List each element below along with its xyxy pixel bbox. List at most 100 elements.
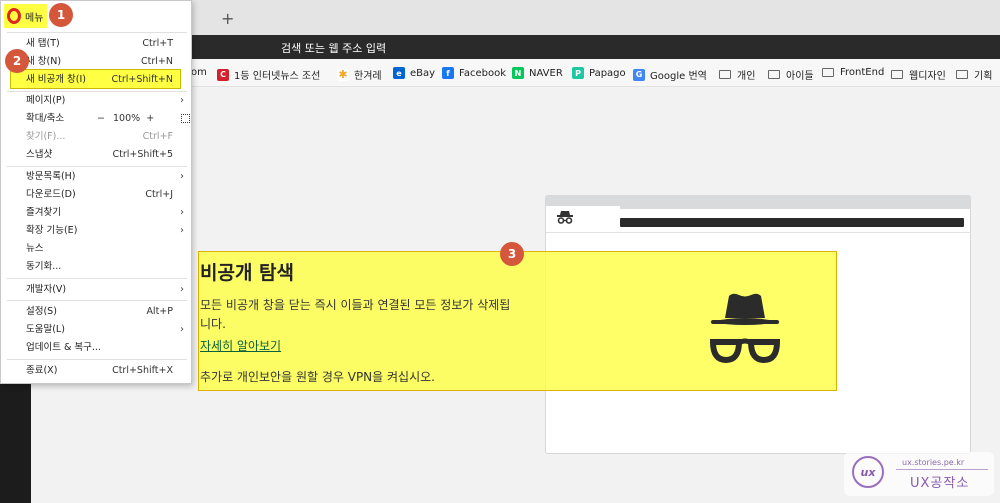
menu-separator <box>7 300 187 301</box>
illustration-address-bar <box>620 218 964 227</box>
menu-item-label: 개발자(V) <box>26 284 67 295</box>
menu-separator <box>7 166 187 167</box>
menu-button[interactable]: 메뉴 <box>4 4 47 28</box>
menu-item-label: 즐겨찾기 <box>26 207 61 218</box>
menu-item-label: 새 비공개 창(I) <box>26 74 86 85</box>
bookmark-folder-planning[interactable]: 기획 <box>956 67 992 82</box>
naver-icon: N <box>512 67 524 79</box>
menu-title: 메뉴 <box>25 12 44 24</box>
menu-item-label: 확장 기능(E) <box>26 225 78 236</box>
zoom-value: 100% <box>113 113 141 124</box>
menu-item-extensions[interactable]: 확장 기능(E) › <box>1 222 191 240</box>
menu-item-label: 방문목록(H) <box>26 171 76 182</box>
menu-item-bookmarks[interactable]: 즐겨찾기 › <box>1 204 191 222</box>
menu-item-shortcut: Ctrl+Shift+N <box>111 74 173 85</box>
bookmark-chosun[interactable]: C 1등 인터넷뉴스 조선 <box>217 67 320 82</box>
menu-item-downloads[interactable]: 다운로드(D) Ctrl+J <box>1 186 191 204</box>
folder-icon <box>891 70 903 79</box>
chevron-right-icon: › <box>180 284 184 295</box>
menu-item-label: 새 창(N) <box>26 56 62 67</box>
learn-more-link[interactable]: 자세히 알아보기 <box>200 337 281 354</box>
private-description: 모든 비공개 창을 닫는 즉시 이들과 연결된 모든 정보가 삭제됩니다. <box>200 298 511 331</box>
step-badge-3: 3 <box>500 242 524 266</box>
menu-item-new-private-window[interactable]: 새 비공개 창(I) Ctrl+Shift+N <box>1 71 191 89</box>
menu-item-label: 찾기(F)... <box>26 131 66 142</box>
bookmark-folder-webdesign[interactable]: 웹디자인 <box>891 67 946 82</box>
step-badge-1: 1 <box>49 3 73 27</box>
new-tab-button[interactable]: + <box>221 9 234 28</box>
bookmark-label: 아이들 <box>786 71 814 82</box>
menu-item-shortcut: Ctrl+F <box>142 131 173 142</box>
menu-item-shortcut: Ctrl+J <box>145 189 173 200</box>
menu-item-label: 동기화... <box>26 261 62 272</box>
menu-item-help[interactable]: 도움말(L) › <box>1 321 191 339</box>
incognito-small-icon <box>556 210 574 227</box>
address-placeholder: 검색 또는 웹 주소 입력 <box>281 42 387 55</box>
watermark-url: ux.stories.pe.kr <box>902 458 965 467</box>
bookmark-label: NAVER <box>529 67 563 79</box>
menu-separator <box>7 278 187 279</box>
watermark-divider <box>896 469 988 470</box>
bookmark-label: 한겨레 <box>354 71 382 82</box>
menu-item-label: 새 탭(T) <box>26 38 60 49</box>
folder-icon <box>822 68 834 77</box>
bookmark-label: 웹디자인 <box>909 71 946 82</box>
chevron-right-icon: › <box>180 324 184 335</box>
menu-item-settings[interactable]: 설정(S) Alt+P <box>1 303 191 321</box>
zoom-controls: − 100% + <box>97 110 190 128</box>
ebay-icon: e <box>393 67 405 79</box>
bookmark-hani[interactable]: ✱ 한겨레 <box>337 67 382 82</box>
menu-item-page[interactable]: 페이지(P) › <box>1 92 191 110</box>
opera-main-menu: 메뉴 새 탭(T) Ctrl+T 새 창(N) Ctrl+N 새 비공개 창(I… <box>0 0 192 384</box>
bookmark-facebook[interactable]: f Facebook <box>442 67 506 79</box>
menu-item-new-tab[interactable]: 새 탭(T) Ctrl+T <box>1 35 191 53</box>
menu-item-snapshot[interactable]: 스냅샷 Ctrl+Shift+5 <box>1 146 191 164</box>
folder-icon <box>956 70 968 79</box>
hani-icon: ✱ <box>337 68 349 81</box>
bookmark-label: Google 번역 <box>650 71 707 82</box>
menu-item-new-window[interactable]: 새 창(N) Ctrl+N <box>1 53 191 71</box>
watermark-name: UX공작소 <box>910 476 970 491</box>
menu-item-sync[interactable]: 동기화... <box>1 258 191 276</box>
bookmark-folder-frontend[interactable]: FrontEnd <box>822 67 884 78</box>
chosun-icon: C <box>217 68 229 81</box>
bookmark-google[interactable]: om <box>191 67 207 78</box>
vpn-note: 추가로 개인보안을 원할 경우 VPN을 켜십시오. <box>200 370 435 384</box>
bookmark-label: om <box>191 67 207 78</box>
bookmark-google-translate[interactable]: G Google 번역 <box>633 67 707 82</box>
menu-item-zoom: 확대/축소 − 100% + <box>1 110 191 128</box>
bookmark-papago[interactable]: P Papago <box>572 67 626 79</box>
menu-item-label: 다운로드(D) <box>26 189 76 200</box>
bookmark-folder-kids[interactable]: 아이들 <box>768 67 814 82</box>
menu-item-history[interactable]: 방문목록(H) › <box>1 168 191 186</box>
menu-item-developer[interactable]: 개발자(V) › <box>1 281 191 299</box>
zoom-out-button[interactable]: − <box>97 113 105 124</box>
menu-item-label: 업데이트 & 복구... <box>26 342 101 353</box>
bookmark-ebay[interactable]: e eBay <box>393 67 435 79</box>
fullscreen-icon[interactable] <box>181 114 190 123</box>
illustration-divider <box>546 232 970 233</box>
menu-item-find: 찾기(F)... Ctrl+F <box>1 128 191 146</box>
menu-item-exit[interactable]: 종료(X) Ctrl+Shift+X <box>1 362 191 380</box>
bookmark-naver[interactable]: N NAVER <box>512 67 563 79</box>
bookmark-folder-personal[interactable]: 개인 <box>719 67 755 82</box>
menu-item-label: 뉴스 <box>26 243 44 254</box>
menu-item-shortcut: Alt+P <box>146 306 173 317</box>
private-title: 비공개 탐색 <box>200 262 295 284</box>
bookmark-label: FrontEnd <box>840 67 885 78</box>
menu-item-label: 확대/축소 <box>26 113 65 124</box>
menu-item-news[interactable]: 뉴스 <box>1 240 191 258</box>
menu-item-update-recovery[interactable]: 업데이트 & 복구... <box>1 339 191 357</box>
google-translate-icon: G <box>633 68 645 81</box>
bookmark-label: 기획 <box>974 71 993 82</box>
menu-item-label: 도움말(L) <box>26 324 65 335</box>
chevron-right-icon: › <box>180 207 184 218</box>
menu-item-shortcut: Ctrl+T <box>142 38 173 49</box>
bookmark-label: Papago <box>589 67 626 79</box>
bookmark-label: Facebook <box>459 67 506 79</box>
zoom-in-button[interactable]: + <box>146 113 154 124</box>
menu-item-shortcut: Ctrl+Shift+X <box>112 365 173 376</box>
menu-separator <box>7 359 187 360</box>
chevron-right-icon: › <box>180 171 184 182</box>
menu-item-shortcut: Ctrl+Shift+5 <box>112 149 173 160</box>
